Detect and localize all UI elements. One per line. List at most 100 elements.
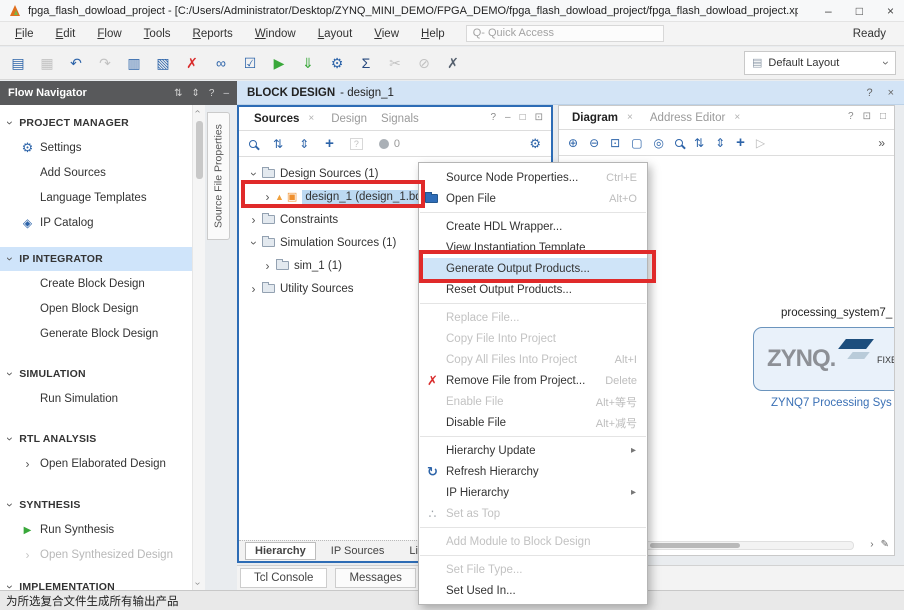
layout-dropdown[interactable]: Default Layout bbox=[744, 51, 896, 75]
menu-item-source-node-properties[interactable]: Source Node Properties... Ctrl+E bbox=[419, 167, 647, 188]
menu-tools[interactable]: Tools bbox=[133, 25, 182, 43]
undo-icon[interactable]: ↶ bbox=[68, 56, 84, 70]
step-icon[interactable]: ⇓ bbox=[300, 56, 316, 70]
zoom-out-icon[interactable]: ⊖ bbox=[589, 136, 599, 150]
find-icon[interactable]: ∞ bbox=[213, 56, 229, 70]
sidebar-item-run-synthesis[interactable]: Run Synthesis bbox=[0, 517, 192, 542]
scrollbar-thumb[interactable] bbox=[650, 543, 740, 548]
paste-icon[interactable]: ▧ bbox=[155, 56, 171, 70]
help-icon[interactable]: ? bbox=[209, 88, 215, 99]
overflow-menu-icon[interactable]: » bbox=[878, 136, 885, 150]
close-tab-icon[interactable]: × bbox=[308, 113, 314, 124]
tab-source-file-properties[interactable]: Source File Properties bbox=[207, 112, 230, 240]
sidebar-item-open-block-design[interactable]: Open Block Design bbox=[0, 296, 192, 321]
tab-ip-sources[interactable]: IP Sources bbox=[321, 542, 395, 560]
menu-item-create-hdl-wrapper[interactable]: Create HDL Wrapper... bbox=[419, 216, 647, 237]
chevron-expanded-icon[interactable] bbox=[247, 167, 260, 181]
open-project-icon[interactable]: ▤ bbox=[10, 56, 26, 70]
sidebar-item-language-templates[interactable]: Language Templates bbox=[0, 185, 192, 210]
maximize-panel-icon[interactable]: □ bbox=[520, 112, 526, 123]
minimize-button[interactable]: – bbox=[825, 4, 832, 18]
zoom-in-icon[interactable]: ⊕ bbox=[568, 136, 578, 150]
section-rtl-analysis[interactable]: RTL ANALYSIS bbox=[0, 427, 192, 451]
help-icon[interactable]: ? bbox=[490, 112, 496, 123]
menu-window[interactable]: Window bbox=[244, 25, 307, 43]
run-icon[interactable]: ▶ bbox=[271, 56, 287, 70]
cancel-icon[interactable]: ✗ bbox=[445, 56, 461, 70]
menu-item-generate-output-products[interactable]: Generate Output Products... bbox=[419, 258, 647, 279]
expand-all-icon[interactable]: ⇕ bbox=[191, 88, 199, 99]
minimize-panel-icon[interactable]: – bbox=[505, 112, 511, 123]
chevron-expanded-icon[interactable] bbox=[247, 236, 260, 250]
add-sources-icon[interactable]: + bbox=[325, 135, 334, 152]
validate-icon[interactable]: ☑ bbox=[242, 56, 258, 70]
tab-sources[interactable]: Sources bbox=[249, 113, 304, 125]
tab-address-editor[interactable]: Address Editor bbox=[645, 112, 730, 124]
help-icon[interactable]: ? bbox=[866, 87, 872, 99]
chevron-collapsed-icon[interactable] bbox=[247, 213, 260, 227]
float-panel-icon[interactable]: ⊡ bbox=[535, 112, 543, 123]
sidebar-item-create-block-design[interactable]: Create Block Design bbox=[0, 271, 192, 296]
menu-item-reset-output-products[interactable]: Reset Output Products... bbox=[419, 279, 647, 300]
tab-signals[interactable]: Signals bbox=[376, 113, 424, 125]
scroll-right-icon[interactable]: › bbox=[870, 539, 873, 550]
float-panel-icon[interactable]: ⊡ bbox=[863, 111, 871, 122]
copy-icon[interactable]: ▥ bbox=[126, 56, 142, 70]
menu-edit[interactable]: Edit bbox=[45, 25, 87, 43]
scroll-down-icon[interactable] bbox=[196, 578, 199, 589]
flow-navigator-scrollbar[interactable] bbox=[192, 105, 205, 590]
tab-hierarchy[interactable]: Hierarchy bbox=[245, 542, 316, 560]
menu-view[interactable]: View bbox=[363, 25, 410, 43]
tab-messages[interactable]: Messages bbox=[335, 568, 415, 588]
section-project-manager[interactable]: PROJECT MANAGER bbox=[0, 111, 192, 135]
menu-item-disable-file[interactable]: Disable File Alt+减号 bbox=[419, 412, 647, 433]
chevron-collapsed-icon[interactable] bbox=[261, 190, 274, 204]
tab-tcl-console[interactable]: Tcl Console bbox=[240, 568, 327, 588]
section-simulation[interactable]: SIMULATION bbox=[0, 362, 192, 386]
quick-access-input[interactable]: Q- Quick Access bbox=[466, 25, 664, 42]
sidebar-item-ip-catalog[interactable]: IP Catalog bbox=[0, 210, 192, 235]
menu-flow[interactable]: Flow bbox=[86, 25, 132, 43]
processing-system7-block[interactable]: ZYNQ. FIXE bbox=[753, 327, 894, 391]
menu-reports[interactable]: Reports bbox=[182, 25, 244, 43]
search-icon[interactable] bbox=[249, 140, 257, 148]
menu-item-refresh-hierarchy[interactable]: Refresh Hierarchy bbox=[419, 461, 647, 482]
sidebar-item-add-sources[interactable]: Add Sources bbox=[0, 160, 192, 185]
sidebar-item-open-elaborated-design[interactable]: Open Elaborated Design bbox=[0, 451, 192, 476]
section-ip-integrator[interactable]: IP INTEGRATOR bbox=[0, 247, 192, 271]
save-icon[interactable]: ▦ bbox=[39, 56, 55, 70]
menu-item-ip-hierarchy[interactable]: IP Hierarchy bbox=[419, 482, 647, 503]
settings-icon[interactable]: ⚙ bbox=[329, 56, 345, 70]
edit-pen-icon[interactable]: ✎ bbox=[881, 539, 889, 550]
collapse-all-icon[interactable]: ⇅ bbox=[273, 137, 283, 151]
search-icon[interactable] bbox=[675, 139, 683, 147]
menu-item-remove-file-from-project[interactable]: Remove File from Project... Delete bbox=[419, 370, 647, 391]
section-implementation[interactable]: IMPLEMENTATION bbox=[0, 575, 192, 590]
section-synthesis[interactable]: SYNTHESIS bbox=[0, 493, 192, 517]
close-icon[interactable]: × bbox=[888, 87, 894, 99]
menu-layout[interactable]: Layout bbox=[307, 25, 364, 43]
help-icon[interactable]: ? bbox=[848, 111, 854, 122]
tab-design[interactable]: Design bbox=[326, 113, 372, 125]
menu-file[interactable]: File bbox=[4, 25, 45, 43]
autofit-selection-icon[interactable]: ◎ bbox=[654, 136, 664, 150]
tab-diagram[interactable]: Diagram bbox=[567, 112, 623, 124]
maximize-panel-icon[interactable]: □ bbox=[880, 111, 886, 122]
minimize-panel-icon[interactable]: – bbox=[223, 88, 229, 99]
menu-item-hierarchy-update[interactable]: Hierarchy Update bbox=[419, 440, 647, 461]
sum-icon[interactable]: Σ bbox=[358, 56, 374, 70]
maximize-button[interactable]: □ bbox=[856, 4, 863, 18]
sidebar-item-run-simulation[interactable]: Run Simulation bbox=[0, 386, 192, 411]
collapse-all-icon[interactable]: ⇅ bbox=[694, 136, 704, 150]
menu-item-open-file[interactable]: Open File Alt+O bbox=[419, 188, 647, 209]
add-ip-icon[interactable]: + bbox=[736, 134, 745, 151]
chevron-collapsed-icon[interactable] bbox=[261, 259, 274, 273]
delete-icon[interactable]: ✗ bbox=[184, 56, 200, 70]
close-tab-icon[interactable]: × bbox=[734, 112, 740, 123]
menu-item-set-used-in[interactable]: Set Used In... bbox=[419, 580, 647, 601]
redo-icon[interactable]: ↷ bbox=[97, 56, 113, 70]
close-tab-icon[interactable]: × bbox=[627, 112, 633, 123]
expand-all-icon[interactable]: ⇕ bbox=[715, 136, 725, 150]
sidebar-item-generate-block-design[interactable]: Generate Block Design bbox=[0, 321, 192, 346]
select-area-icon[interactable]: ▢ bbox=[631, 136, 642, 150]
